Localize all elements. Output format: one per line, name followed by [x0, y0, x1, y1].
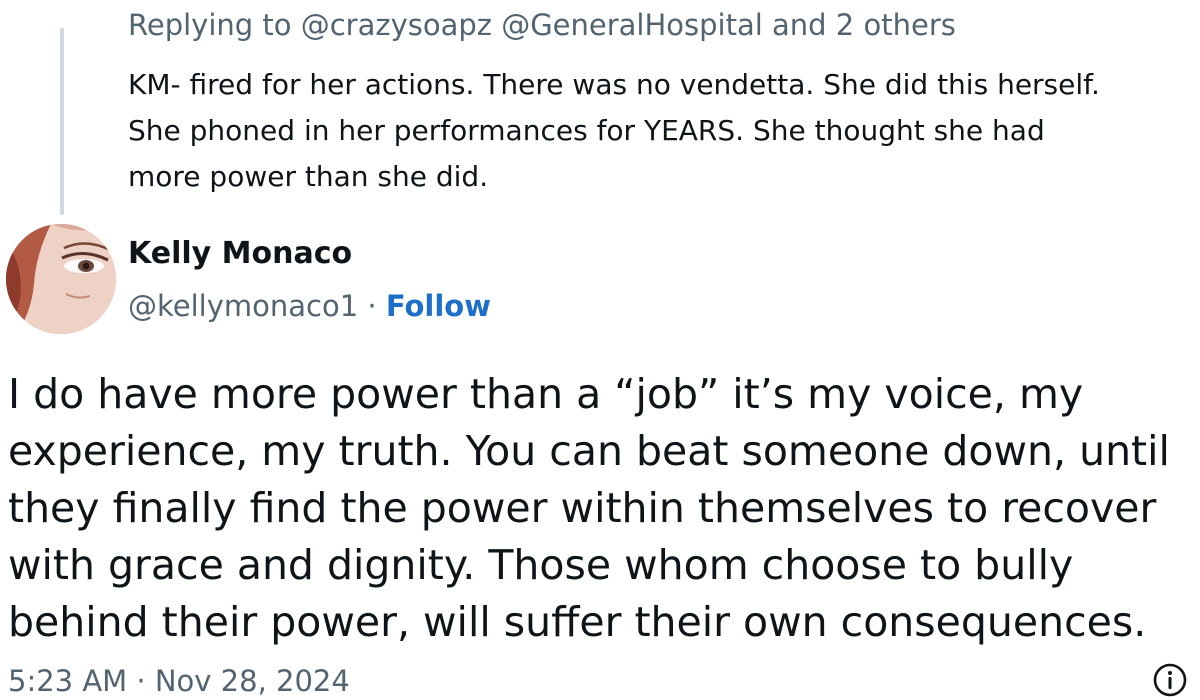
tweet-line: experience, my truth. You can beat someo…	[8, 427, 1170, 475]
tweet-text: I do have more power than a “job” it’s m…	[8, 366, 1193, 651]
handle-separator: ·	[358, 289, 386, 323]
tweet-line: with grace and dignity. Those whom choos…	[8, 541, 1074, 589]
follow-button[interactable]: Follow	[386, 289, 491, 323]
replying-to-label[interactable]: Replying to @crazysoapz @GeneralHospital…	[128, 8, 956, 42]
parent-tweet-line: KM- fired for her actions. There was no …	[128, 68, 1100, 101]
tweet-line: they finally find the power within thems…	[8, 484, 1157, 532]
parent-tweet-text: KM- fired for her actions. There was no …	[128, 62, 1193, 200]
tweet-line: I do have more power than a “job” it’s m…	[8, 370, 1084, 418]
tweet-line: behind their power, will suffer their ow…	[8, 598, 1147, 646]
author-handle-row: @kellymonaco1 · Follow	[128, 289, 491, 323]
author-handle[interactable]: @kellymonaco1	[128, 289, 358, 323]
info-icon[interactable]	[1152, 662, 1188, 698]
parent-tweet-line: She phoned in her performances for YEARS…	[128, 114, 1045, 147]
tweet-timestamp[interactable]: 5:23 AM · Nov 28, 2024	[8, 664, 350, 698]
parent-tweet-line: more power than she did.	[128, 160, 489, 193]
thread-connector-line	[60, 28, 64, 215]
author-name[interactable]: Kelly Monaco	[128, 236, 352, 271]
avatar[interactable]	[6, 224, 116, 334]
avatar-portrait-image	[6, 224, 116, 334]
